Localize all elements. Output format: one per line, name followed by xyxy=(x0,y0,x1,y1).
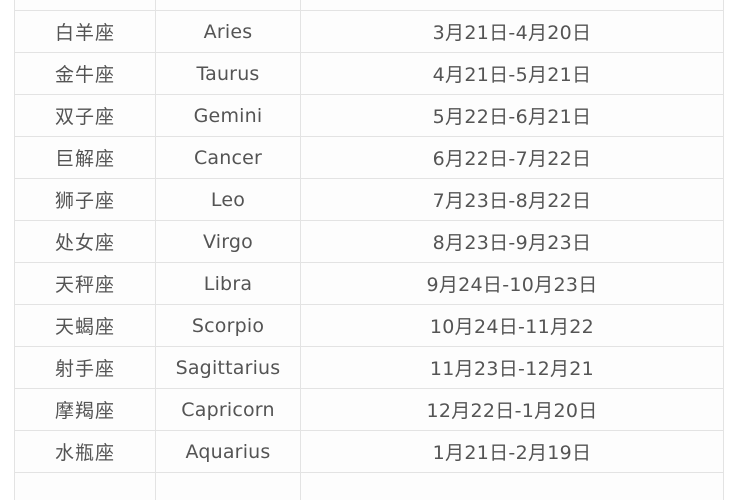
cell-english-name: Leo xyxy=(155,178,301,221)
cell-english-name: Cancer xyxy=(155,136,301,179)
table-row[interactable]: 双子座 Gemini 5月22日-6月21日 xyxy=(14,94,724,137)
table-row[interactable]: 摩羯座 Capricorn 12月22日-1月20日 xyxy=(14,388,724,431)
table-scroll-area[interactable]: 星座 英文名 日期（阳历） 白羊座 Aries 3月21日-4月20日 金牛座 … xyxy=(0,0,750,500)
column-header-date-range: 日期（阳历） xyxy=(300,0,724,11)
cell-date-range: 3月21日-4月20日 xyxy=(300,10,724,53)
cell-english-name: Aries xyxy=(155,10,301,53)
cell-english-name: Virgo xyxy=(155,220,301,263)
cell-date-range xyxy=(300,472,724,500)
cell-english-name: Sagittarius xyxy=(155,346,301,389)
cell-date-range: 11月23日-12月21 xyxy=(300,346,724,389)
table-row[interactable]: 射手座 Sagittarius 11月23日-12月21 xyxy=(14,346,724,389)
table-row[interactable]: 白羊座 Aries 3月21日-4月20日 xyxy=(14,10,724,53)
cell-chinese-name: 天秤座 xyxy=(14,262,156,305)
zodiac-date-table: 星座 英文名 日期（阳历） 白羊座 Aries 3月21日-4月20日 金牛座 … xyxy=(14,0,724,500)
table-header: 星座 英文名 日期（阳历） xyxy=(14,0,724,11)
table-row[interactable]: 狮子座 Leo 7月23日-8月22日 xyxy=(14,178,724,221)
cell-date-range: 12月22日-1月20日 xyxy=(300,388,724,431)
cell-date-range: 5月22日-6月21日 xyxy=(300,94,724,137)
cell-chinese-name: 双子座 xyxy=(14,94,156,137)
column-header-chinese-name: 星座 xyxy=(14,0,156,11)
screenshot-viewport: 星座 英文名 日期（阳历） 白羊座 Aries 3月21日-4月20日 金牛座 … xyxy=(0,0,750,500)
cell-date-range: 1月21日-2月19日 xyxy=(300,430,724,473)
cell-english-name: Aquarius xyxy=(155,430,301,473)
cell-english-name: Libra xyxy=(155,262,301,305)
cell-date-range: 8月23日-9月23日 xyxy=(300,220,724,263)
column-header-english-name: 英文名 xyxy=(155,0,301,11)
table-row[interactable]: 水瓶座 Aquarius 1月21日-2月19日 xyxy=(14,430,724,473)
cell-english-name: Gemini xyxy=(155,94,301,137)
cell-date-range: 7月23日-8月22日 xyxy=(300,178,724,221)
cell-chinese-name: 射手座 xyxy=(14,346,156,389)
cell-chinese-name: 天蝎座 xyxy=(14,304,156,347)
cell-english-name: Taurus xyxy=(155,52,301,95)
cell-date-range: 9月24日-10月23日 xyxy=(300,262,724,305)
table-row[interactable] xyxy=(14,472,724,500)
cell-english-name: Scorpio xyxy=(155,304,301,347)
table-body: 白羊座 Aries 3月21日-4月20日 金牛座 Taurus 4月21日-5… xyxy=(14,10,724,500)
cell-date-range: 10月24日-11月22 xyxy=(300,304,724,347)
cell-chinese-name: 巨解座 xyxy=(14,136,156,179)
cell-chinese-name: 金牛座 xyxy=(14,52,156,95)
cell-chinese-name: 摩羯座 xyxy=(14,388,156,431)
cell-english-name xyxy=(155,472,301,500)
table-row[interactable]: 天蝎座 Scorpio 10月24日-11月22 xyxy=(14,304,724,347)
table-row[interactable]: 处女座 Virgo 8月23日-9月23日 xyxy=(14,220,724,263)
cell-date-range: 6月22日-7月22日 xyxy=(300,136,724,179)
cell-chinese-name: 白羊座 xyxy=(14,10,156,53)
cell-chinese-name xyxy=(14,472,156,500)
table-row[interactable]: 巨解座 Cancer 6月22日-7月22日 xyxy=(14,136,724,179)
table-header-row: 星座 英文名 日期（阳历） xyxy=(14,0,724,11)
table-row[interactable]: 天秤座 Libra 9月24日-10月23日 xyxy=(14,262,724,305)
cell-chinese-name: 水瓶座 xyxy=(14,430,156,473)
cell-chinese-name: 狮子座 xyxy=(14,178,156,221)
table-row[interactable]: 金牛座 Taurus 4月21日-5月21日 xyxy=(14,52,724,95)
cell-chinese-name: 处女座 xyxy=(14,220,156,263)
cell-english-name: Capricorn xyxy=(155,388,301,431)
cell-date-range: 4月21日-5月21日 xyxy=(300,52,724,95)
